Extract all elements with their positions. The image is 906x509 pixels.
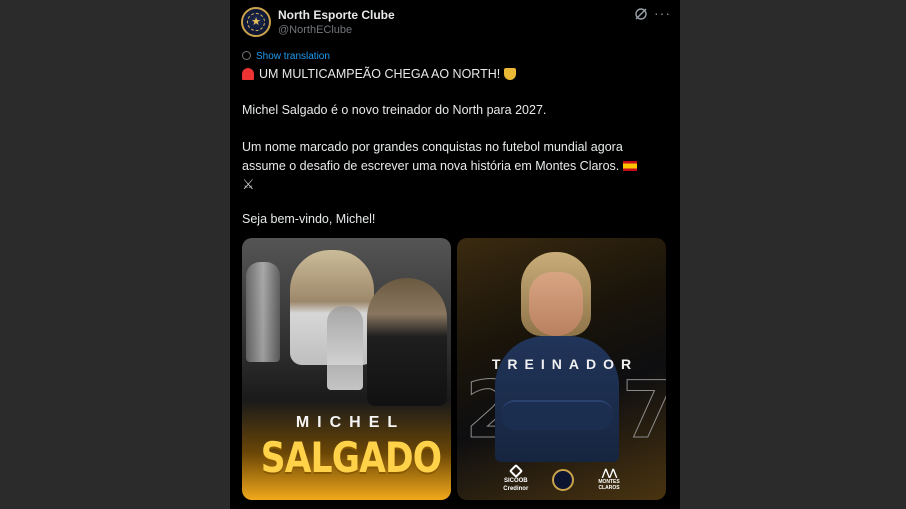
player-photo-action [327,306,363,390]
trophy-graphic [246,262,280,362]
media-image-left[interactable]: MICHEL SALGADO [242,238,451,500]
sponsor-logos: SICOOB Credinor ⋀⋀ MONTES CLAROS [457,463,666,493]
graphic-first-name: MICHEL [295,414,406,431]
crossed-swords-icon: ⚔ [242,176,255,192]
montes-claros-line2: CLAROS [598,484,620,491]
coach-arms [501,400,613,430]
coach-face [529,272,583,336]
post-line-2b-row: assume o desafio de escrever uma nova hi… [242,157,638,176]
account-handle[interactable]: @NorthEClube [278,24,352,36]
montes-claros-mark-icon: ⋀⋀ [601,467,618,479]
globe-icon [242,51,251,60]
post-headline: UM MULTICAMPEÃO CHEGA AO NORTH! [242,65,517,84]
graphic-role: TREINADOR [491,356,639,372]
tweet-card: ★ North Esporte Clube @NorthEClube ··· S… [230,0,680,509]
show-translation-label: Show translation [256,51,330,62]
sicoob-sub-label: Credinor [503,486,529,492]
coach-jacket [495,336,619,462]
player-photo-portrait [367,278,447,406]
graphic-last-name: SALGADO [260,433,442,482]
spain-flag-icon [623,161,638,171]
left-backdrop [0,0,230,509]
grok-icon[interactable] [634,7,648,21]
post-line-1: Michel Salgado é o novo treinador do Nor… [242,103,547,117]
police-siren-icon [242,68,254,80]
montes-claros-logo: ⋀⋀ MONTES CLAROS [598,467,620,491]
sicoob-logo: SICOOB Credinor [503,463,529,493]
headline-text: UM MULTICAMPEÃO CHEGA AO NORTH! [259,67,501,81]
post-line-2b: assume o desafio de escrever uma nova hi… [242,159,620,173]
avatar[interactable]: ★ [241,7,271,37]
trophy-icon [504,68,517,80]
post-line-2a: Um nome marcado por grandes conquistas n… [242,140,623,154]
media-image-right[interactable]: 2027 TREINADOR SICOOB Credinor ⋀⋀ MONTES… [457,238,666,500]
club-crest-icon [552,468,575,491]
post-line-3: Seja bem-vindo, Michel! [242,212,376,226]
account-name[interactable]: North Esporte Clube [278,8,395,22]
more-options-icon[interactable]: ··· [654,5,671,21]
sicoob-label: SICOOB [503,478,528,484]
swords-row: ⚔ [242,175,255,195]
right-backdrop [680,0,906,509]
crest-star-icon: ★ [251,16,261,28]
sicoob-mark-icon [508,463,523,479]
show-translation-link[interactable]: Show translation [242,51,330,62]
